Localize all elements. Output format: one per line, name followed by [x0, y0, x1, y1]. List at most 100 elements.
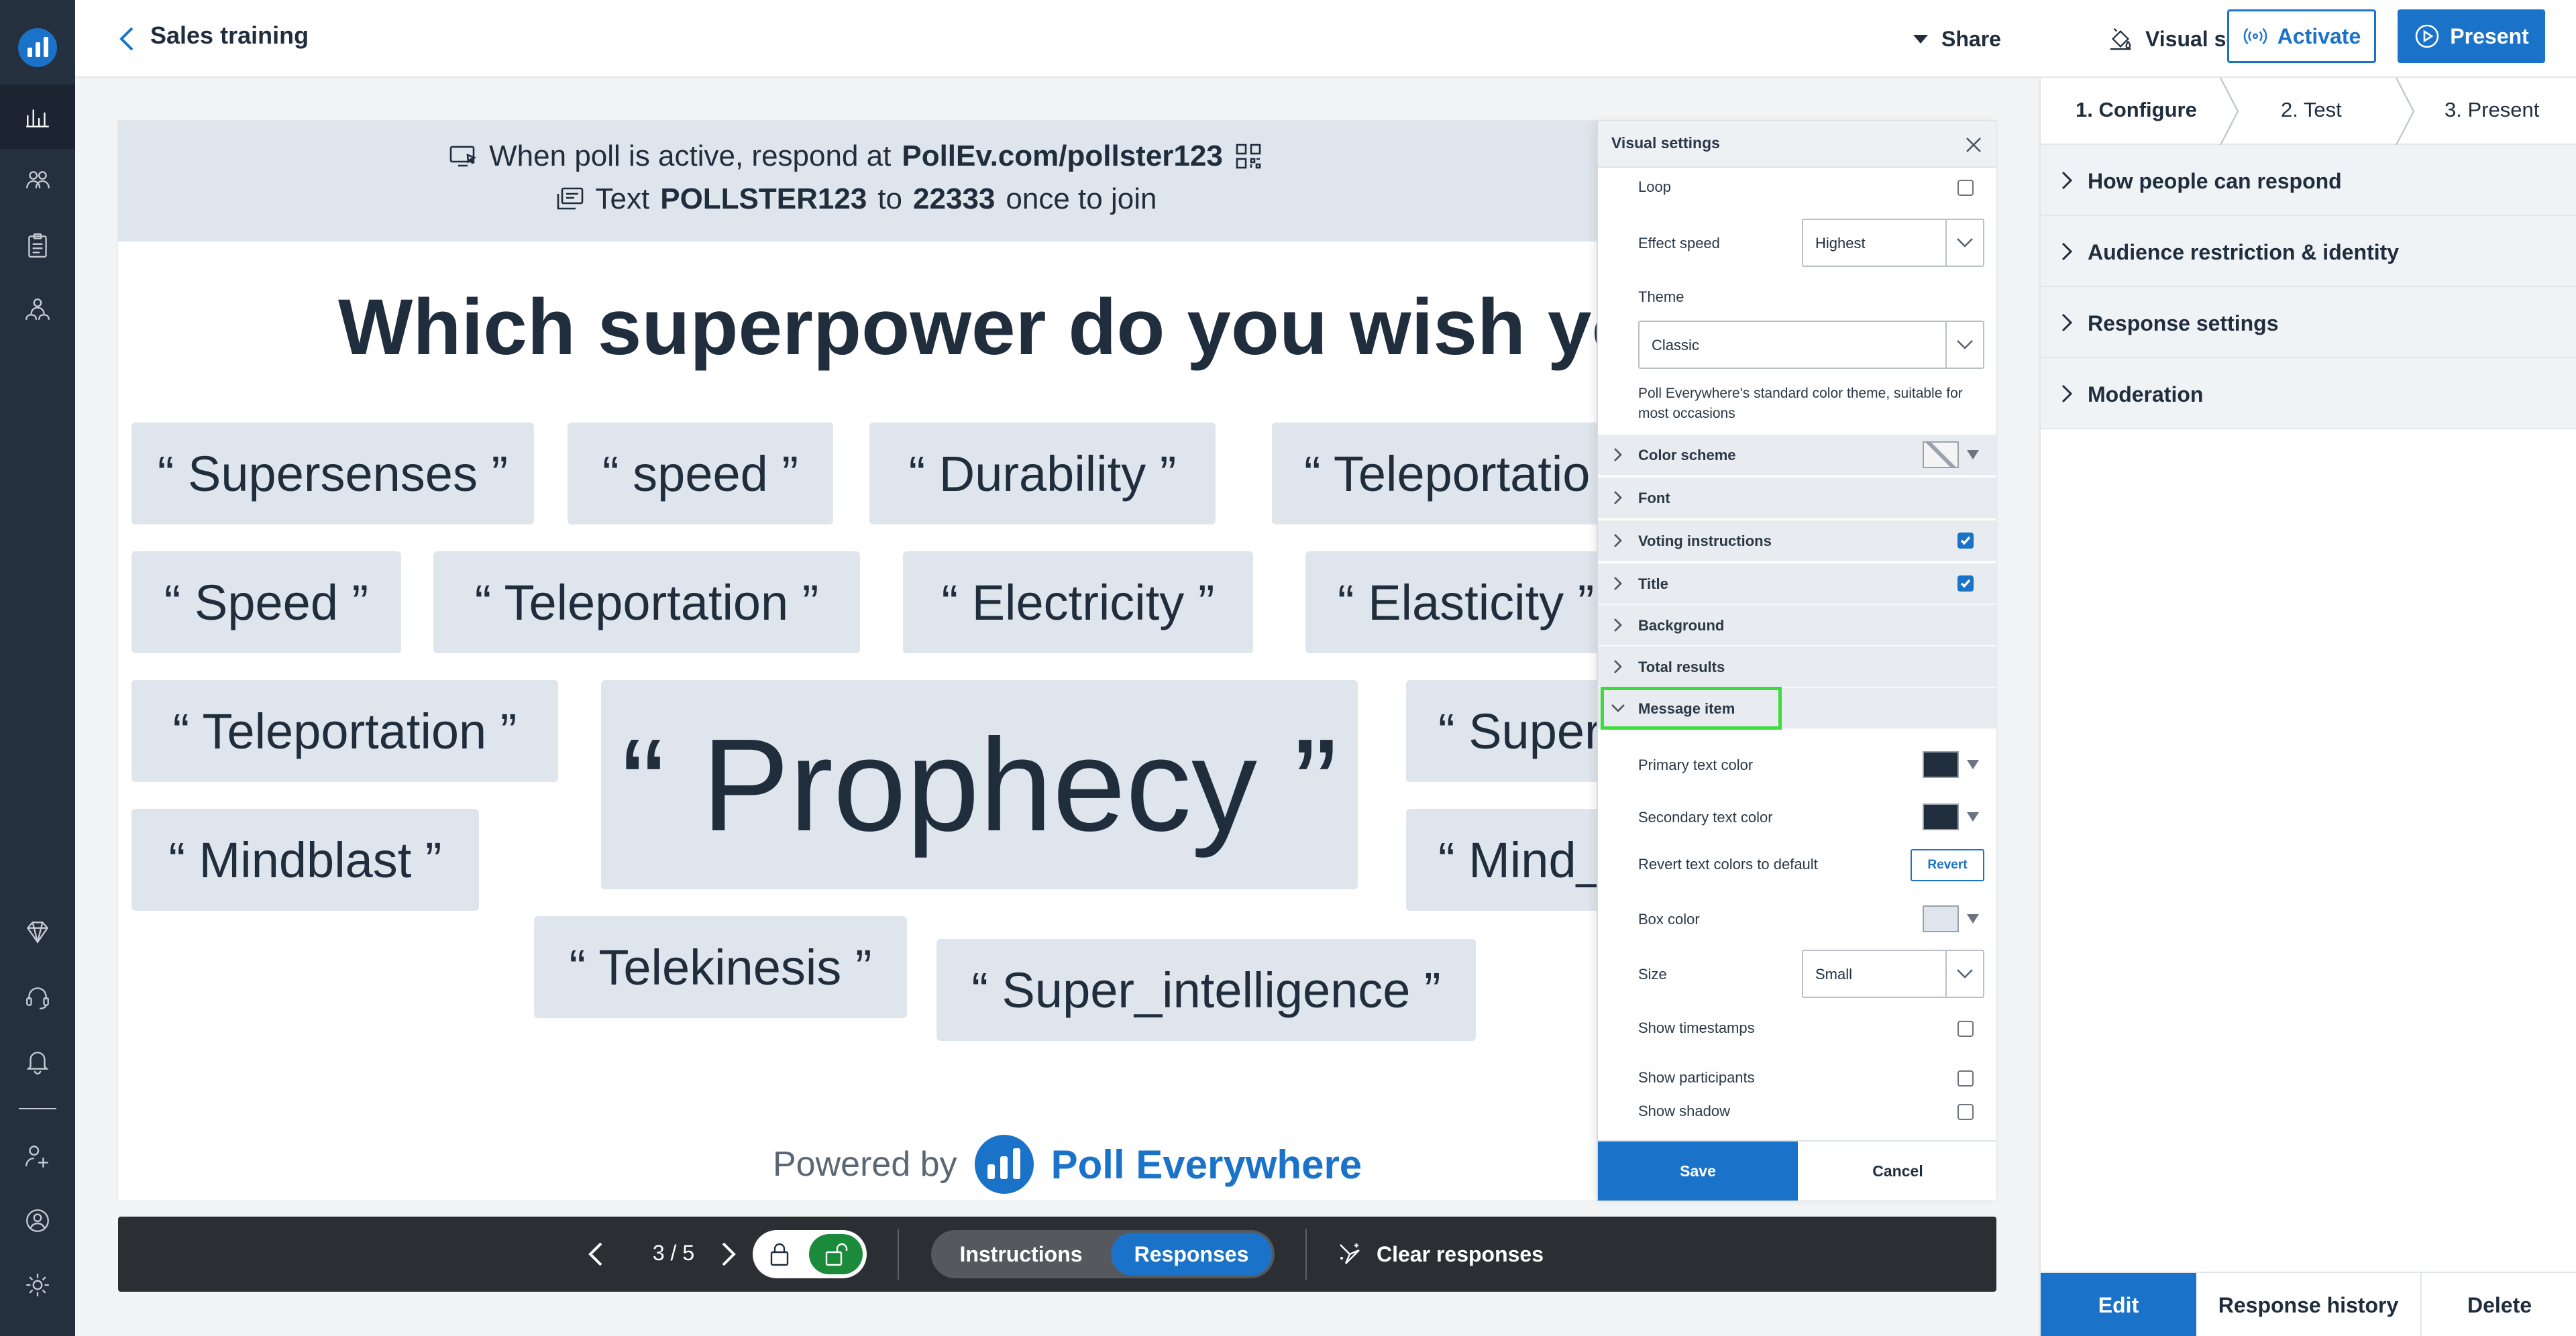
- visual-settings-title: Visual settings: [1611, 134, 1720, 152]
- present-button[interactable]: Present: [2398, 9, 2545, 63]
- edit-button[interactable]: Edit: [2041, 1273, 2196, 1336]
- response-settings-label: Response settings: [2088, 311, 2279, 335]
- section-moderation[interactable]: Moderation: [2041, 358, 2576, 429]
- section-how-people-can-respond[interactable]: How people can respond: [2041, 145, 2576, 216]
- background-label: Background: [1638, 617, 1725, 634]
- primary-text-color-label: Primary text color: [1638, 757, 1754, 773]
- secondary-text-color-label: Secondary text color: [1638, 809, 1773, 826]
- loop-row: Loop: [1598, 174, 1996, 201]
- qr-code-icon: [1236, 144, 1261, 169]
- theme-label-row: Theme: [1598, 286, 1996, 313]
- primary-text-color-picker[interactable]: [1923, 751, 1979, 778]
- nav-participants-icon[interactable]: [0, 149, 75, 213]
- voting-instructions-label: Voting instructions: [1638, 533, 1772, 549]
- activate-button[interactable]: Activate: [2227, 9, 2376, 63]
- previous-slide-chevron-icon[interactable]: [577, 1235, 614, 1273]
- section-response-settings[interactable]: Response settings: [2041, 287, 2576, 358]
- section-color-scheme[interactable]: Color scheme: [1598, 435, 1996, 476]
- poll-everywhere-logo-icon[interactable]: [18, 28, 57, 67]
- lock-open-icon[interactable]: [809, 1234, 863, 1274]
- section-font[interactable]: Font: [1598, 478, 1996, 519]
- nav-add-user-icon[interactable]: [0, 1124, 75, 1188]
- view-toggle: Instructions Responses: [931, 1230, 1275, 1278]
- cancel-button[interactable]: Cancel: [1798, 1142, 1996, 1201]
- save-button[interactable]: Save: [1598, 1142, 1798, 1201]
- caret-down-icon: [1967, 914, 1979, 924]
- response-box: “ Supersenses ”: [131, 423, 534, 524]
- top-bar: Sales training Share Visual settings Act…: [75, 0, 2576, 78]
- response-box: “ Telekinesis ”: [534, 916, 907, 1018]
- section-title[interactable]: Title: [1598, 563, 1996, 605]
- show-shadow-row: Show shadow: [1598, 1099, 1996, 1125]
- chevron-right-icon: [1610, 575, 1626, 592]
- step-configure[interactable]: 1. Configure: [2076, 98, 2197, 122]
- activity-settings-panel: 1. Configure 2. Test 3. Present How peop…: [2039, 77, 2576, 1336]
- activate-label: Activate: [2277, 23, 2361, 48]
- response-box-highlighted: “ Prophecy ”: [601, 680, 1358, 889]
- response-history-button[interactable]: Response history: [2196, 1273, 2422, 1336]
- show-timestamps-checkbox[interactable]: [1957, 1021, 1974, 1037]
- delete-button[interactable]: Delete: [2422, 1273, 2576, 1336]
- theme-select[interactable]: Classic: [1638, 321, 1984, 369]
- clear-responses-button[interactable]: Clear responses: [1336, 1235, 1544, 1273]
- secondary-text-color-picker[interactable]: [1923, 803, 1979, 830]
- left-nav: [0, 0, 75, 1336]
- revert-button[interactable]: Revert: [1911, 849, 1984, 881]
- nav-reports-icon[interactable]: [0, 213, 75, 278]
- activity-footer: Edit Response history Delete: [2041, 1272, 2576, 1336]
- nav-groups-icon[interactable]: [0, 278, 75, 342]
- close-icon[interactable]: [1962, 133, 1986, 157]
- page-title: Sales training: [150, 21, 309, 49]
- visual-settings-panel: Visual settings Loop Effect speed Highes…: [1597, 121, 1996, 1201]
- responses-toggle-button[interactable]: Responses: [1111, 1233, 1272, 1276]
- effect-speed-select[interactable]: Highest: [1802, 219, 1984, 267]
- show-shadow-checkbox[interactable]: [1957, 1104, 1974, 1120]
- caret-down-icon: [1913, 34, 1928, 44]
- section-voting-instructions[interactable]: Voting instructions: [1598, 520, 1996, 562]
- nav-activities-icon[interactable]: [0, 85, 75, 149]
- color-scheme-swatch-picker[interactable]: [1923, 441, 1979, 468]
- box-color-label: Box color: [1638, 911, 1700, 928]
- nav-settings-gear-icon[interactable]: [0, 1253, 75, 1317]
- show-shadow-label: Show shadow: [1638, 1103, 1730, 1119]
- size-select[interactable]: Small: [1802, 950, 1984, 998]
- step-test[interactable]: 2. Test: [2281, 98, 2342, 122]
- revert-text-colors-label: Revert text colors to default: [1638, 856, 1818, 873]
- instructions-toggle-button[interactable]: Instructions: [931, 1230, 1111, 1278]
- size-row: Size Small: [1598, 950, 1996, 1001]
- next-slide-chevron-icon[interactable]: [710, 1235, 747, 1273]
- step-present[interactable]: 3. Present: [2445, 98, 2539, 122]
- section-audience-restriction[interactable]: Audience restriction & identity: [2041, 216, 2576, 287]
- nav-notifications-bell-icon[interactable]: [0, 1029, 75, 1093]
- nav-support-headset-icon[interactable]: [0, 964, 75, 1029]
- nav-upgrade-diamond-icon[interactable]: [0, 900, 75, 964]
- theme-value: Classic: [1652, 337, 1699, 353]
- show-timestamps-row: Show timestamps: [1598, 1015, 1996, 1042]
- secondary-text-color-row: Secondary text color: [1598, 797, 1996, 837]
- step-separator-icon: [2215, 77, 2242, 146]
- response-lock-toggle[interactable]: [753, 1230, 867, 1278]
- show-participants-checkbox[interactable]: [1957, 1070, 1974, 1087]
- brand-name: Poll Everywhere: [1051, 1142, 1362, 1187]
- box-color-picker[interactable]: [1923, 905, 1979, 932]
- message-item-highlight: [1601, 687, 1782, 730]
- share-button[interactable]: Share: [1913, 20, 2001, 58]
- control-divider: [898, 1229, 899, 1280]
- chevron-right-icon: [1610, 490, 1626, 506]
- nav-account-avatar-icon[interactable]: [0, 1188, 75, 1253]
- chevron-down-icon[interactable]: [1945, 322, 1983, 368]
- chevron-down-icon[interactable]: [1945, 951, 1983, 997]
- voting-instructions-checkbox[interactable]: [1957, 533, 1974, 549]
- lock-closed-icon[interactable]: [762, 1237, 797, 1272]
- visual-settings-header: Visual settings: [1598, 121, 1996, 168]
- section-background[interactable]: Background: [1598, 605, 1996, 647]
- size-label: Size: [1638, 966, 1667, 983]
- powered-by-footer: Powered by Poll Everywhere: [773, 1135, 1362, 1194]
- section-total-results[interactable]: Total results: [1598, 647, 1996, 688]
- response-box: “ Teleportation ”: [433, 551, 860, 653]
- caret-down-icon: [1967, 450, 1979, 459]
- chevron-down-icon[interactable]: [1945, 220, 1983, 266]
- loop-checkbox[interactable]: [1957, 180, 1974, 196]
- title-checkbox[interactable]: [1957, 575, 1974, 592]
- back-chevron-icon[interactable]: [109, 20, 146, 58]
